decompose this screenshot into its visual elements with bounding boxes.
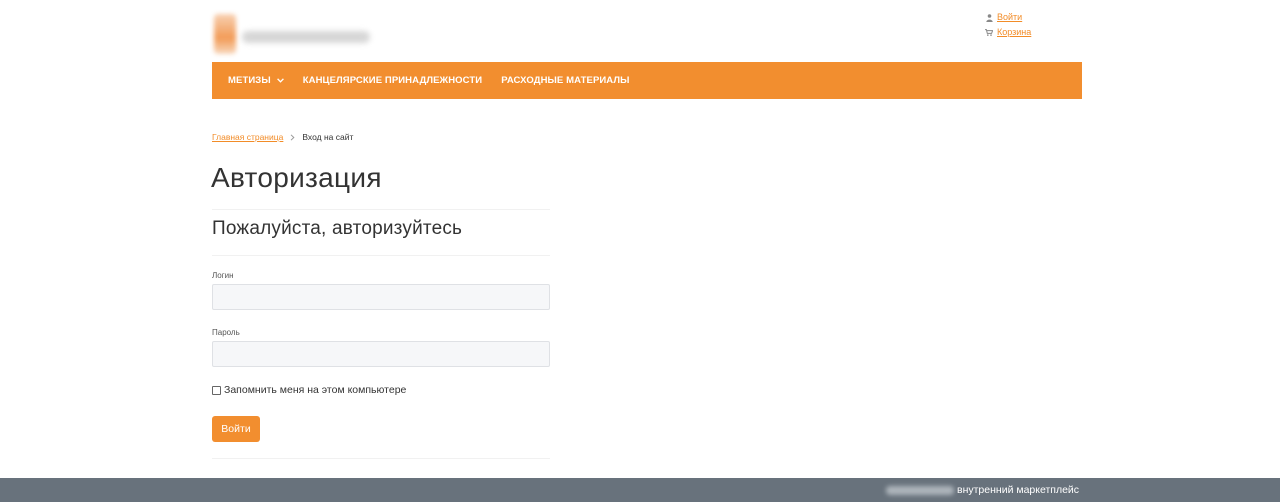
section-divider [212, 458, 550, 459]
nav-item-office-supplies[interactable]: КАНЦЕЛЯРСКИЕ ПРИНАДЛЕЖНОСТИ [303, 75, 482, 86]
cart-link-row: Корзина [982, 25, 1031, 40]
password-label: Пароль [212, 328, 240, 337]
form-subtitle: Пожалуйста, авторизуйтесь [212, 218, 463, 239]
login-input[interactable] [212, 284, 550, 310]
remember-me-label: Запомнить меня на этом компьютере [224, 384, 407, 396]
nav-item-label: РАСХОДНЫЕ МАТЕРИАЛЫ [501, 75, 630, 86]
site-logo[interactable] [212, 14, 372, 56]
remember-me-checkbox[interactable] [212, 385, 221, 395]
remember-me-row[interactable]: Запомнить меня на этом компьютере [212, 384, 406, 396]
password-input[interactable] [212, 341, 550, 367]
section-divider [212, 255, 550, 256]
nav-item-label: МЕТИЗЫ [228, 75, 271, 86]
chevron-down-icon [276, 78, 284, 83]
user-icon [982, 13, 996, 22]
breadcrumb-current: Вход на сайт [302, 132, 354, 142]
section-divider [212, 209, 550, 210]
site-header: Войти Корзина [212, 0, 1082, 62]
site-footer: внутренний маркетплейс [0, 478, 1280, 502]
cart-icon [982, 29, 996, 36]
login-link-row: Войти [982, 10, 1031, 25]
nav-item-metizy[interactable]: МЕТИЗЫ [228, 75, 284, 86]
cart-link[interactable]: Корзина [997, 25, 1031, 40]
breadcrumb-home-link[interactable]: Главная страница [212, 132, 283, 142]
chevron-right-icon [290, 133, 295, 141]
breadcrumb: Главная страница Вход на сайт [212, 132, 353, 142]
login-link[interactable]: Войти [997, 10, 1022, 25]
nav-item-consumables[interactable]: РАСХОДНЫЕ МАТЕРИАЛЫ [501, 75, 629, 86]
main-navbar: МЕТИЗЫ КАНЦЕЛЯРСКИЕ ПРИНАДЛЕЖНОСТИ РАСХО… [212, 62, 1082, 99]
logo-mark [214, 14, 236, 54]
login-label: Логин [212, 271, 234, 280]
footer-tagline: внутренний маркетплейс [957, 484, 1080, 496]
logo-wordmark [242, 31, 370, 43]
user-links: Войти Корзина [982, 10, 1031, 40]
page-title: Авторизация [211, 162, 382, 193]
nav-item-label: КАНЦЕЛЯРСКИЕ ПРИНАДЛЕЖНОСТИ [302, 75, 483, 86]
login-button[interactable]: Войти [212, 416, 260, 442]
footer-brand-logo [886, 486, 954, 495]
